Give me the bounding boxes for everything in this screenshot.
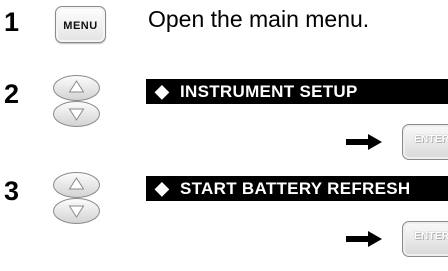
right-arrow-icon xyxy=(346,231,382,247)
step-number: 1 xyxy=(4,7,20,37)
up-down-arrow-keys[interactable] xyxy=(51,171,102,226)
enter-key-label: ENTER xyxy=(414,134,448,145)
menu-item-bar: ◆ INSTRUMENT SETUP xyxy=(146,79,448,104)
step-number: 2 xyxy=(4,79,20,109)
menu-key[interactable]: MENU xyxy=(55,6,106,43)
menu-item-label: START BATTERY REFRESH xyxy=(180,179,411,198)
menu-item-bar: ◆ START BATTERY REFRESH xyxy=(146,176,448,201)
enter-key[interactable]: ENTER xyxy=(402,221,448,257)
enter-key[interactable]: ENTER xyxy=(402,124,448,160)
up-arrow-key[interactable] xyxy=(53,75,100,101)
menu-item-label: INSTRUMENT SETUP xyxy=(180,82,358,101)
menu-key-label: MENU xyxy=(63,20,98,32)
step-number: 3 xyxy=(4,176,20,206)
up-arrow-key[interactable] xyxy=(53,172,100,198)
up-down-arrow-keys[interactable] xyxy=(51,74,102,129)
down-arrow-key[interactable] xyxy=(53,101,100,127)
enter-key-label: ENTER xyxy=(414,231,448,242)
down-arrow-key[interactable] xyxy=(53,198,100,224)
diamond-icon: ◆ xyxy=(155,178,170,198)
right-arrow-icon xyxy=(346,134,382,150)
step-instruction: Open the main menu. xyxy=(148,6,370,32)
diamond-icon: ◆ xyxy=(155,81,170,101)
